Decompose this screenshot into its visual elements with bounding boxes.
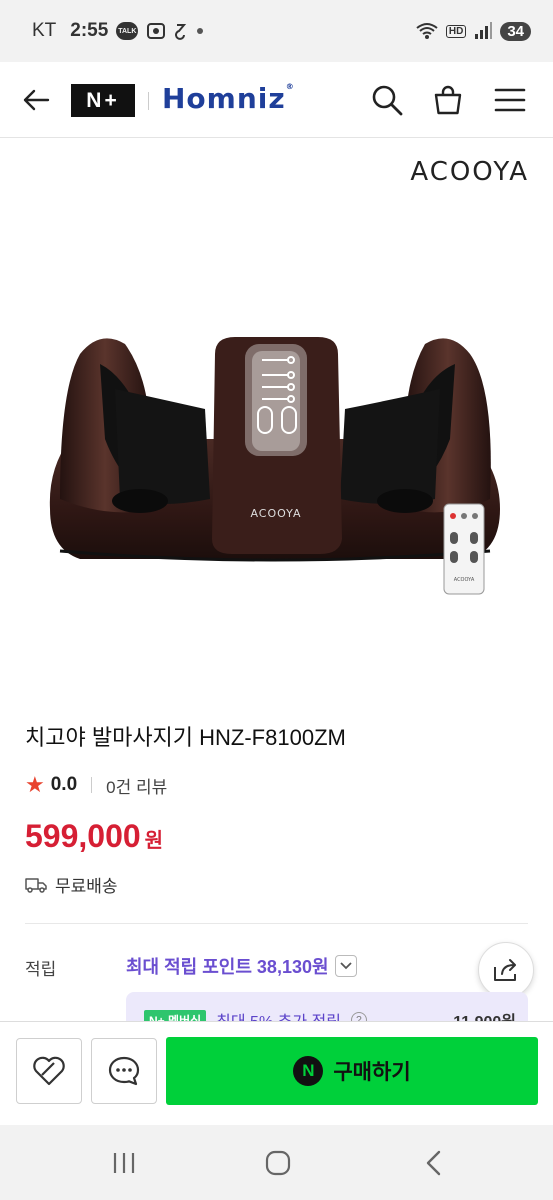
wishlist-button[interactable]	[16, 1038, 82, 1104]
pay-notification-icon	[174, 21, 188, 41]
svg-text:ACOOYA: ACOOYA	[250, 507, 301, 520]
buy-button[interactable]: N 구매하기	[166, 1037, 538, 1105]
price-value: 599,000	[25, 818, 141, 854]
hd-voice-icon: HD	[445, 24, 467, 38]
home-icon	[265, 1150, 291, 1176]
menu-icon	[494, 88, 526, 112]
product-title: 치고야 발마사지기 HNZ-F8100ZM	[25, 725, 346, 750]
price: 599,000 원	[25, 818, 163, 855]
more-notifications-dot-icon	[196, 27, 204, 35]
chat-bubble-icon	[108, 1056, 140, 1086]
heart-icon	[33, 1056, 65, 1086]
shipping-info: 무료배송	[25, 872, 118, 897]
carrier-label: KT	[32, 20, 57, 41]
recent-apps-button[interactable]	[99, 1143, 149, 1183]
talk-notification-icon: TALK	[116, 22, 139, 40]
shipping-label: 무료배송	[55, 877, 118, 896]
cart-button[interactable]	[424, 76, 472, 124]
review-count-link[interactable]: 0건 리뷰	[106, 773, 167, 798]
recent-apps-icon	[113, 1153, 135, 1173]
purchase-action-bar: N 구매하기	[0, 1021, 553, 1125]
chat-inquiry-button[interactable]	[91, 1038, 157, 1104]
brand-logo[interactable]: Homniz®	[162, 82, 295, 115]
star-icon: ★	[25, 772, 45, 797]
status-bar: KT 2:55 TALK HD 34	[0, 0, 553, 62]
signal-icon	[474, 22, 493, 40]
max-points-text: 최대 적립 포인트 38,130원	[126, 957, 329, 977]
battery-indicator: 34	[500, 21, 531, 41]
section-divider	[25, 923, 528, 924]
naverpay-n-icon: N	[293, 1056, 324, 1086]
wifi-icon	[416, 22, 438, 40]
rating-divider	[91, 777, 93, 793]
system-navigation-bar	[0, 1125, 553, 1200]
brand-logo-text: Homniz	[162, 82, 286, 115]
rating-score: 0.0	[50, 774, 78, 795]
back-button[interactable]	[12, 76, 60, 124]
product-image[interactable]: ACOOYA ACOOYA ACOOYA	[0, 139, 553, 699]
status-left: KT 2:55 TALK	[32, 20, 204, 42]
screenshot-notification-icon	[146, 22, 166, 40]
points-label: 적립	[25, 960, 57, 979]
share-button[interactable]	[478, 942, 534, 998]
search-button[interactable]	[363, 76, 411, 124]
menu-button[interactable]	[486, 76, 534, 124]
status-right: HD 34	[416, 21, 531, 41]
foot-massager-illustration: ACOOYA ACOOYA	[49, 337, 500, 595]
price-unit: 원	[144, 830, 164, 852]
share-icon	[494, 959, 516, 981]
search-icon	[372, 85, 403, 116]
svg-text:ACOOYA: ACOOYA	[454, 577, 475, 583]
buy-button-label: 구매하기	[333, 1061, 411, 1084]
rating-summary[interactable]: ★ 0.0 0건 리뷰	[25, 772, 167, 798]
nplus-store-logo[interactable]: N+	[71, 84, 135, 117]
clock: 2:55	[70, 20, 109, 41]
delivery-truck-icon	[25, 877, 47, 893]
app-header: N+ Homniz®	[0, 62, 553, 138]
shopping-bag-icon	[434, 85, 462, 115]
header-divider	[148, 92, 149, 110]
home-button[interactable]	[253, 1143, 303, 1183]
max-points-toggle[interactable]: 최대 적립 포인트 38,130원	[126, 953, 357, 979]
back-arrow-icon	[23, 89, 50, 111]
system-back-button[interactable]	[409, 1143, 459, 1183]
chevron-down-icon	[334, 955, 357, 977]
chevron-left-icon	[426, 1150, 441, 1176]
